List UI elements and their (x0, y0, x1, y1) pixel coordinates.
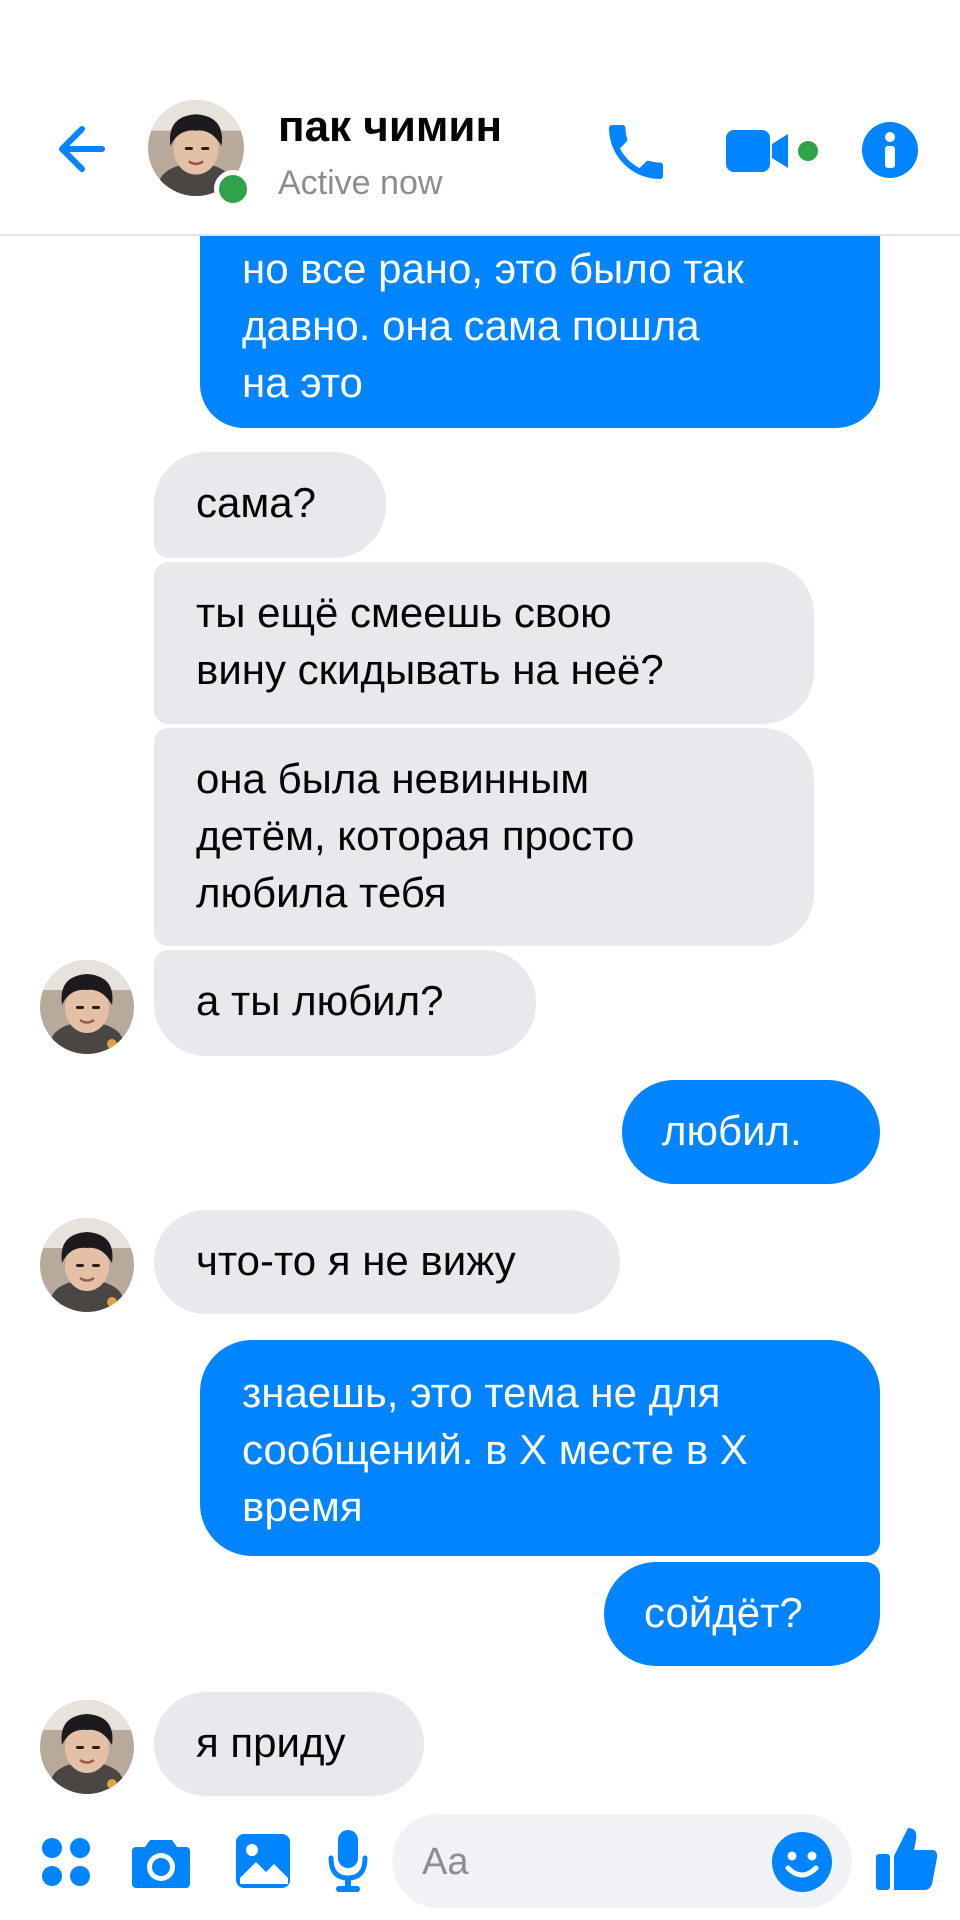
emoji-button[interactable] (770, 1830, 834, 1894)
message-thread[interactable]: но все рано, это было так давно. она сам… (0, 0, 960, 1800)
message-input[interactable] (420, 1832, 744, 1892)
gallery-icon (236, 1834, 290, 1888)
message-line: но все рано, это было так (242, 245, 744, 292)
message-line: сама? (196, 479, 316, 526)
phone-icon (609, 125, 663, 179)
like-icon (876, 1828, 938, 1890)
info-button[interactable] (860, 120, 920, 180)
info-icon (862, 122, 918, 178)
message-line: на это (242, 359, 363, 406)
message-bubble-incoming[interactable]: а ты любил? (154, 950, 536, 1056)
message-line: сойдёт? (644, 1589, 803, 1636)
message-bubble-incoming[interactable]: ты ещё смеешь свою вину скидывать на неё… (154, 562, 814, 724)
back-button[interactable] (50, 116, 116, 182)
message-bubble-outgoing[interactable]: любил. (622, 1080, 880, 1184)
message-line: я приду (196, 1719, 346, 1766)
contact-name[interactable]: пак чимин (278, 102, 502, 152)
video-camera-icon (726, 130, 818, 172)
gallery-button[interactable] (234, 1832, 292, 1890)
back-arrow-icon (59, 126, 105, 172)
message-line: что-то я не вижу (196, 1237, 516, 1284)
message-line: она была невинным (196, 755, 590, 802)
message-line: знаешь, это тема не для (242, 1369, 721, 1416)
emoji-icon (772, 1832, 832, 1892)
camera-icon (132, 1840, 190, 1888)
message-line: а ты любил? (196, 977, 444, 1024)
chat-header: пак чимин Active now (0, 0, 960, 236)
message-line: любил. (662, 1107, 802, 1154)
message-line: вину скидывать на неё? (196, 646, 664, 693)
avatar-photo (40, 1218, 134, 1312)
voice-call-button[interactable] (600, 116, 672, 188)
message-bubble-incoming[interactable]: она была невинным детём, которая просто … (154, 728, 814, 946)
message-bubble-outgoing[interactable]: знаешь, это тема не для сообщений. в Х м… (200, 1340, 880, 1556)
contact-avatar[interactable] (40, 1700, 134, 1794)
online-indicator (214, 170, 252, 208)
avatar-photo (40, 960, 134, 1054)
camera-button[interactable] (130, 1834, 192, 1890)
contact-avatar[interactable] (40, 1218, 134, 1312)
message-bubble-outgoing[interactable]: но все рано, это было так давно. она сам… (200, 206, 880, 428)
message-line: любила тебя (196, 869, 447, 916)
message-line: время (242, 1483, 363, 1530)
microphone-icon (328, 1830, 368, 1892)
message-input-wrapper[interactable] (392, 1814, 852, 1908)
message-line: детём, которая просто (196, 812, 635, 859)
message-bubble-outgoing[interactable]: сойдёт? (604, 1562, 880, 1666)
message-line: сообщений. в Х месте в Х (242, 1426, 748, 1473)
voice-message-button[interactable] (326, 1828, 370, 1894)
apps-button[interactable] (38, 1834, 94, 1890)
like-button[interactable] (874, 1822, 940, 1894)
message-bubble-incoming[interactable]: что-то я не вижу (154, 1210, 620, 1314)
apps-icon (42, 1838, 90, 1886)
message-bubble-incoming[interactable]: я приду (154, 1692, 424, 1796)
contact-avatar[interactable] (40, 960, 134, 1054)
message-line: ты ещё смеешь свою (196, 589, 612, 636)
message-composer (0, 1800, 960, 1920)
message-bubble-incoming[interactable]: сама? (154, 452, 386, 558)
contact-status: Active now (278, 164, 443, 202)
message-line: давно. она сама пошла (242, 302, 700, 349)
video-call-button[interactable] (724, 126, 832, 176)
avatar-photo (40, 1700, 134, 1794)
